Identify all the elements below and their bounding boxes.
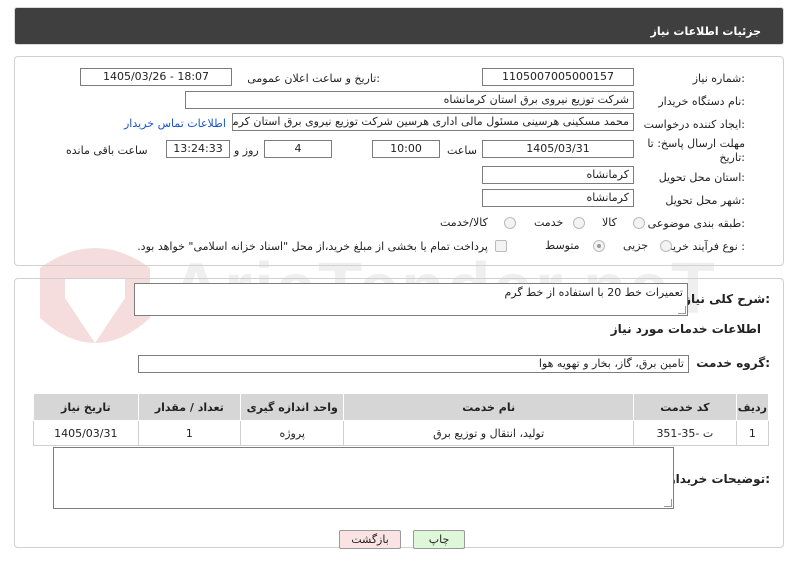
purchase-radio-medium[interactable] (593, 240, 605, 252)
cell-quantity: 1 (137, 420, 242, 446)
announce-field: 1405/03/26 - 18:07 (80, 68, 232, 86)
print-button[interactable]: چاپ (413, 530, 465, 549)
col-row-number: ردیف (735, 393, 770, 421)
purchase-type-label: نوع فرآیند خرید : (667, 240, 745, 253)
col-need-date: تاریخ نیاز (33, 393, 139, 421)
requester-label: ایجاد کننده درخواست: (643, 118, 745, 131)
col-quantity: تعداد / مقدار (137, 393, 242, 421)
deadline-time-field: 10:00 (372, 140, 440, 158)
summary-textarea[interactable]: تعمیرات خط 20 با استفاده از خط گرم (134, 283, 688, 316)
cell-row-number: 1 (735, 420, 770, 446)
remaining-time-field: 13:24:33 (166, 140, 230, 158)
remaining-time-label: ساعت باقی مانده (66, 144, 148, 157)
category-option-goods-service: کالا/خدمت (440, 216, 488, 229)
info-panel (14, 56, 784, 266)
days-remaining-field: 4 (264, 140, 332, 158)
services-info-title: اطلاعات خدمات مورد نیاز (610, 322, 761, 336)
need-number-label: شماره نیاز: (692, 72, 745, 85)
table-header-row: ردیف کد خدمت نام خدمت واحد اندازه گیری ت… (33, 393, 770, 421)
deadline-label-date: تاریخ: (719, 151, 745, 164)
purchase-option-minor: جزیی (623, 239, 649, 252)
services-table: ردیف کد خدمت نام خدمت واحد اندازه گیری ت… (33, 393, 770, 446)
category-label: طبقه بندی موضوعی: (647, 217, 745, 230)
deadline-date-field: 1405/03/31 (482, 140, 634, 158)
treasury-checkbox[interactable] (495, 240, 507, 252)
city-field: کرمانشاه (482, 189, 634, 207)
need-number-field: 1105007005000157 (482, 68, 634, 86)
summary-label: شرح کلی نیاز: (684, 292, 770, 306)
category-option-goods: کالا (602, 216, 617, 229)
days-label: روز و (234, 144, 259, 157)
page-title: جزئیات اطلاعات نیاز (650, 25, 762, 38)
cell-need-date: 1405/03/31 (33, 420, 139, 446)
service-group-field: تامین برق، گاز، بخار و تهویه هوا (138, 355, 689, 373)
cell-service-name: تولید، انتقال و توزیع برق (343, 420, 634, 446)
city-label: شهر محل تحویل: (665, 194, 745, 207)
category-radio-service[interactable] (573, 217, 585, 229)
cell-service-code: ت -35-351 (632, 420, 737, 446)
category-radio-goods-service[interactable] (504, 217, 516, 229)
service-group-label: گروه خدمت: (696, 356, 770, 370)
province-label: استان محل تحویل: (658, 171, 745, 184)
col-service-name: نام خدمت (343, 393, 634, 421)
buyer-notes-textarea[interactable] (53, 447, 674, 509)
buyer-org-field: شرکت توزیع نیروی برق استان کرمانشاه (185, 91, 634, 109)
back-button[interactable]: بازگشت (339, 530, 401, 549)
deadline-time-label: ساعت (447, 144, 477, 157)
treasury-note: پرداخت تمام یا بخشی از مبلغ خرید،از محل … (137, 240, 488, 253)
buyer-notes-label: توضیحات خریدار: (668, 472, 770, 486)
deadline-label: مهلت ارسال پاسخ: تا (647, 137, 745, 150)
cell-unit: پروژه (240, 420, 345, 446)
requester-field: محمد مسکینی هرسینی مسئول مالی اداری هرسی… (232, 113, 634, 131)
col-service-code: کد خدمت (632, 393, 737, 421)
buyer-org-label: نام دستگاه خریدار: (658, 95, 745, 108)
col-unit: واحد اندازه گیری (240, 393, 345, 421)
category-option-service: خدمت (534, 216, 564, 229)
contact-buyer-link[interactable]: اطلاعات تماس خریدار (124, 117, 226, 130)
announce-label: تاریخ و ساعت اعلان عمومی: (247, 72, 380, 85)
purchase-option-medium: متوسط (545, 239, 580, 252)
purchase-radio-minor[interactable] (660, 240, 672, 252)
page-header: جزئیات اطلاعات نیاز (14, 7, 784, 45)
province-field: کرمانشاه (482, 166, 634, 184)
category-radio-goods[interactable] (633, 217, 645, 229)
table-row: 1 ت -35-351 تولید، انتقال و توزیع برق پر… (33, 420, 770, 446)
